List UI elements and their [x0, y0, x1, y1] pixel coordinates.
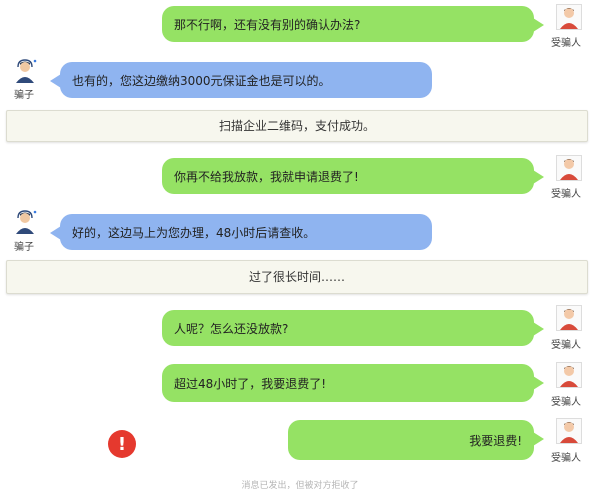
victim-avatar-icon [556, 155, 582, 181]
victim-label: 受骗人 [551, 38, 581, 49]
scammer-message-bubble: 好的，这边马上为您办理，48小时后请查收。 [50, 214, 432, 250]
scammer-label: 骗子 [14, 90, 34, 101]
victim-label: 受骗人 [551, 397, 581, 408]
victim-message-bubble: 人呢？怎么还没放款? [162, 310, 544, 346]
scammer-avatar-icon [12, 208, 38, 234]
scammer-avatar-icon [12, 57, 38, 83]
message-rejected-status: 消息已发出，但被对方拒收了 [241, 481, 359, 491]
victim-label: 受骗人 [551, 189, 581, 200]
victim-message-bubble: 你再不给我放款，我就申请退费了! [162, 158, 544, 194]
scammer-label: 骗子 [14, 242, 34, 253]
scammer-message-bubble: 也有的，您这边缴纳3000元保证金也是可以的。 [50, 62, 432, 98]
victim-message-bubble: 超过48小时了，我要退费了! [162, 364, 544, 402]
message-text: 你再不给我放款，我就申请退费了! [174, 169, 359, 184]
victim-avatar-icon [556, 362, 582, 388]
message-text: 好的，这边马上为您办理，48小时后请查收。 [72, 225, 316, 240]
message-text: 也有的，您这边缴纳3000元保证金也是可以的。 [72, 73, 331, 88]
victim-message-bubble: 那不行啊，还有没有别的确认办法? [162, 6, 544, 42]
victim-label: 受骗人 [551, 453, 581, 464]
exclamation-circle-icon[interactable]: ! [108, 430, 136, 458]
message-text: 我要退费! [469, 433, 522, 448]
rejected-message-bubble: 我要退费! [288, 420, 544, 460]
victim-avatar-icon [556, 418, 582, 444]
system-notice: 扫描企业二维码，支付成功。 [6, 110, 588, 142]
victim-avatar-icon [556, 305, 582, 331]
message-text: 人呢？怎么还没放款? [174, 321, 289, 336]
error-symbol: ! [117, 433, 127, 455]
victim-label: 受骗人 [551, 340, 581, 351]
message-text: 超过48小时了，我要退费了! [174, 376, 327, 391]
notice-text: 扫描企业二维码，支付成功。 [218, 119, 375, 133]
system-notice: 过了很长时间…… [6, 260, 588, 294]
victim-avatar-icon [556, 4, 582, 30]
message-text: 那不行啊，还有没有别的确认办法? [174, 17, 361, 32]
notice-text: 过了很长时间…… [248, 270, 345, 284]
